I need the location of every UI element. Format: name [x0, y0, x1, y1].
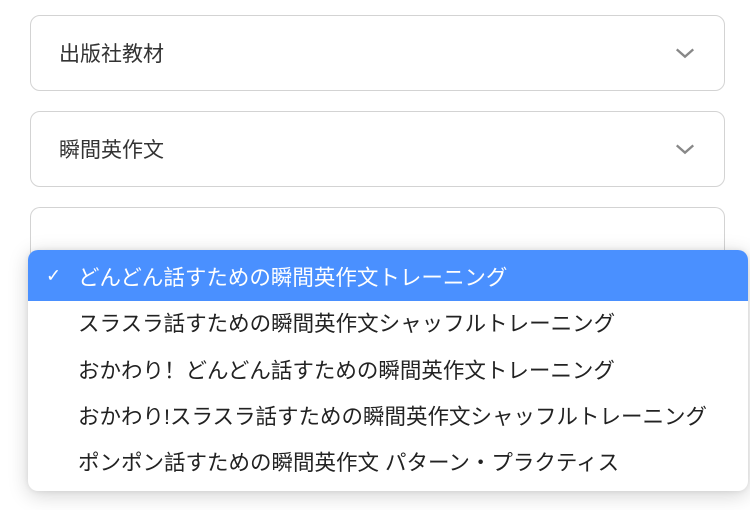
- dropdown-option-label: どんどん話すための瞬間英作文トレーニング: [78, 266, 507, 290]
- dropdown-option-label: ポンポン話すための瞬間英作文 パターン・プラクティス: [78, 451, 619, 475]
- select-label: 出版社教材: [59, 38, 164, 68]
- select-label: 瞬間英作文: [59, 134, 164, 164]
- dropdown-option-label: おかわり!スラスラ話すための瞬間英作文シャッフルトレーニング: [78, 405, 707, 429]
- dropdown-option[interactable]: ✓ おかわり！どんどん話すための瞬間英作文トレーニング: [28, 348, 748, 394]
- dropdown-option-label: おかわり！どんどん話すための瞬間英作文トレーニング: [78, 359, 615, 383]
- chevron-down-icon: [674, 42, 696, 64]
- dropdown-book-options: ✓ どんどん話すための瞬間英作文トレーニング ✓ スラスラ話すための瞬間英作文シ…: [28, 250, 748, 491]
- dropdown-option[interactable]: ✓ スラスラ話すための瞬間英作文シャッフルトレーニング: [28, 301, 748, 347]
- select-publisher-materials[interactable]: 出版社教材: [30, 15, 725, 91]
- select-instant-composition[interactable]: 瞬間英作文: [30, 111, 725, 187]
- dropdown-option-label: スラスラ話すための瞬間英作文シャッフルトレーニング: [78, 312, 615, 336]
- chevron-down-icon: [674, 138, 696, 160]
- dropdown-option[interactable]: ✓ どんどん話すための瞬間英作文トレーニング: [28, 250, 748, 301]
- dropdown-option[interactable]: ✓ おかわり!スラスラ話すための瞬間英作文シャッフルトレーニング: [28, 394, 748, 440]
- dropdown-option[interactable]: ✓ ポンポン話すための瞬間英作文 パターン・プラクティス: [28, 440, 748, 491]
- check-icon: ✓: [46, 262, 61, 289]
